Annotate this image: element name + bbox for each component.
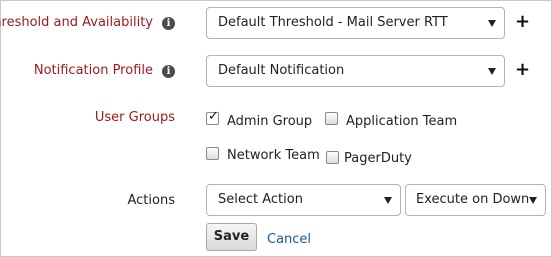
chevron-down-icon (488, 20, 496, 27)
threshold-select[interactable]: Default Threshold - Mail Server RTT (206, 7, 505, 39)
plus-icon[interactable]: + (515, 61, 530, 79)
checkbox-label: Admin Group (227, 114, 313, 129)
trigger-select[interactable]: Execute on Down (405, 184, 546, 216)
form-panel: Threshold and Availability i Default Thr… (0, 0, 552, 257)
chevron-down-icon (384, 197, 392, 204)
checkbox-label: PagerDuty (344, 151, 412, 166)
action-select-value: Select Action (218, 192, 303, 207)
checkbox-label: Application Team (346, 114, 458, 129)
checkbox-application-team[interactable] (325, 112, 338, 125)
checkbox-network-team[interactable] (206, 147, 219, 160)
notification-select-value: Default Notification (218, 63, 345, 78)
notification-select[interactable]: Default Notification (206, 55, 505, 87)
actions-label: Actions (127, 193, 176, 208)
user-groups-label: User Groups (94, 110, 175, 125)
checkmark-icon: ✓ (208, 109, 219, 124)
threshold-label: Threshold and Availability (0, 15, 153, 30)
notification-label: Notification Profile (33, 63, 153, 78)
chevron-down-icon (529, 197, 537, 204)
threshold-select-value: Default Threshold - Mail Server RTT (218, 15, 448, 30)
action-select[interactable]: Select Action (206, 184, 401, 216)
info-icon: i (162, 65, 175, 78)
chevron-down-icon (488, 68, 496, 75)
info-icon: i (162, 17, 175, 30)
checkbox-admin-group[interactable]: ✓ (206, 109, 219, 125)
plus-icon[interactable]: + (515, 13, 530, 31)
checkbox-pagerduty[interactable] (326, 151, 339, 164)
trigger-select-value: Execute on Down (416, 192, 530, 207)
checkbox-label: Network Team (227, 148, 320, 163)
cancel-link[interactable]: Cancel (267, 232, 311, 247)
save-button[interactable]: Save (206, 223, 257, 251)
